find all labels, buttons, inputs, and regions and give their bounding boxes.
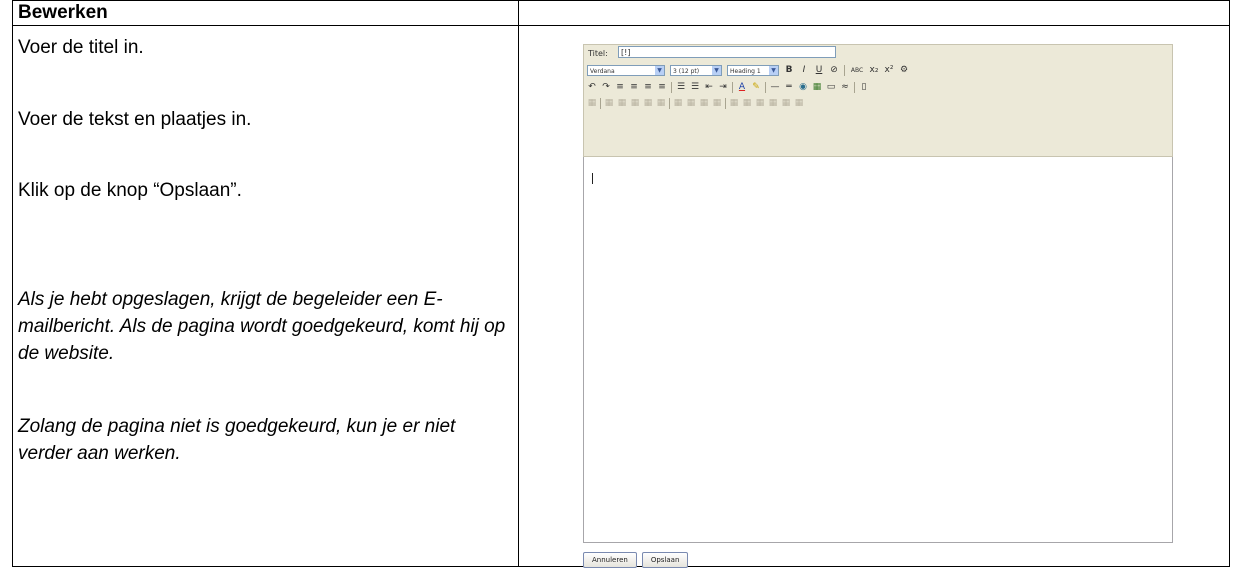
table-icon[interactable]: ▭ [826, 82, 836, 93]
source-icon[interactable]: ▯ [859, 82, 869, 93]
step-title: Voer de titel in. [18, 37, 144, 59]
toolbar-separator [669, 98, 670, 110]
cell-props-icon[interactable]: ▦ [729, 98, 739, 109]
double-rule-icon[interactable]: ═ [784, 82, 794, 93]
instruction-table: Bewerken Voer de titel in. Voer de tekst… [12, 0, 1230, 568]
image-icon[interactable]: ▦ [812, 82, 822, 93]
grid-alt-icon[interactable]: ▦ [794, 98, 804, 109]
underline-button[interactable]: U [814, 65, 824, 76]
editor-toolbar-area: Titel: [!] Verdana ▼ 3 (12 pt) ▼ Heading 1… [583, 44, 1173, 158]
note-locked: Zolang de pagina niet is goedgekeurd, ku… [18, 416, 456, 465]
toolbar-separator [671, 82, 672, 94]
editor-screenshot: Titel: [!] Verdana ▼ 3 (12 pt) ▼ Heading 1… [583, 44, 1173, 544]
grid-icon[interactable]: ▦ [781, 98, 791, 109]
settings-icon[interactable]: ⚙ [899, 65, 909, 76]
chevron-down-icon: ▼ [712, 66, 721, 76]
text-color-icon[interactable]: A [737, 82, 747, 93]
size-select[interactable]: 3 (12 pt) ▼ [670, 65, 722, 77]
table-col-after-icon[interactable]: ▦ [656, 98, 666, 109]
toolbar-row-1: Verdana ▼ 3 (12 pt) ▼ Heading 1 ▼ B I U ⊘ A… [587, 65, 909, 77]
table-col-delete-icon[interactable]: ▦ [673, 98, 683, 109]
chevron-down-icon: ▼ [655, 66, 664, 76]
table-insert-icon[interactable]: ▦ [587, 98, 597, 109]
superscript-button[interactable]: x² [884, 65, 894, 76]
format-select[interactable]: Heading 1 ▼ [727, 65, 779, 77]
toolbar-separator [844, 65, 845, 77]
toolbar-row-2: ↶ ↷ ≡ ≡ ≡ ≡ ☰ ☰ ⇤ ⇥ A ✎ — ═ ◉ ▦ ▭ ≈ ▯ [587, 82, 869, 94]
toolbar-separator [725, 98, 726, 110]
font-select[interactable]: Verdana ▼ [587, 65, 665, 77]
section-heading: Bewerken [18, 2, 108, 23]
text-caret [592, 173, 593, 185]
header-cell-left: Bewerken [12, 0, 519, 27]
header-cell-right [518, 0, 1230, 27]
align-center-icon[interactable]: ≡ [629, 82, 639, 93]
numbered-list-icon[interactable]: ☰ [676, 82, 686, 93]
screenshot-cell: Titel: [!] Verdana ▼ 3 (12 pt) ▼ Heading 1… [518, 25, 1230, 568]
outdent-icon[interactable]: ⇤ [704, 82, 714, 93]
bold-button[interactable]: B [784, 65, 794, 76]
note-approval: Als je hebt opgeslagen, krijgt de begele… [18, 289, 506, 365]
editor-content-area[interactable] [583, 157, 1173, 544]
link-icon[interactable]: ◉ [798, 82, 808, 93]
clear-format-button[interactable]: ⊘ [829, 65, 839, 76]
align-left-icon[interactable]: ≡ [615, 82, 625, 93]
bullet-list-icon[interactable]: ☰ [690, 82, 700, 93]
step-content: Voer de tekst en plaatjes in. [18, 109, 252, 131]
toolbar-separator [600, 98, 601, 110]
table-row-delete-icon[interactable]: ▦ [630, 98, 640, 109]
redo-icon[interactable]: ↷ [601, 82, 611, 93]
title-label: Titel: [588, 49, 608, 59]
undo-icon[interactable]: ↶ [587, 82, 597, 93]
special-char-icon[interactable]: ≈ [840, 82, 850, 93]
highlight-icon[interactable]: ✎ [751, 82, 761, 93]
toolbar-separator [854, 82, 855, 94]
title-input[interactable]: [!] [618, 46, 836, 59]
align-right-icon[interactable]: ≡ [643, 82, 653, 93]
cell-split-icon[interactable]: ▦ [755, 98, 765, 109]
step-save: Klik op de knop “Opslaan”. [18, 180, 242, 202]
table-row-after-icon[interactable]: ▦ [617, 98, 627, 109]
align-justify-icon[interactable]: ≡ [657, 82, 667, 93]
table-row-before-icon[interactable]: ▦ [604, 98, 614, 109]
chevron-down-icon: ▼ [769, 66, 778, 76]
spellcheck-button[interactable]: ABC [850, 65, 864, 76]
indent-icon[interactable]: ⇥ [718, 82, 728, 93]
form-buttons: Annuleren Opslaan [583, 552, 689, 568]
save-button[interactable]: Opslaan [641, 552, 689, 568]
toolbar-separator [765, 82, 766, 94]
cell-merge-icon[interactable]: ▦ [768, 98, 778, 109]
row-props-icon[interactable]: ▦ [742, 98, 752, 109]
cancel-button[interactable]: Annuleren [583, 552, 637, 568]
italic-button[interactable]: I [799, 65, 809, 76]
toolbar-row-3: ▦ ▦ ▦ ▦ ▦ ▦ ▦ ▦ ▦ ▦ ▦ ▦ ▦ ▦ ▦ ▦ [587, 98, 804, 110]
table-col-before-icon[interactable]: ▦ [643, 98, 653, 109]
instructions-cell: Voer de titel in. Voer de tekst en plaat… [12, 25, 519, 567]
table-props-icon[interactable]: ▦ [712, 98, 722, 109]
horizontal-rule-icon[interactable]: — [770, 82, 780, 93]
table-merge-icon[interactable]: ▦ [699, 98, 709, 109]
toolbar-separator [732, 82, 733, 94]
subscript-button[interactable]: x₂ [869, 65, 879, 76]
table-split-icon[interactable]: ▦ [686, 98, 696, 109]
